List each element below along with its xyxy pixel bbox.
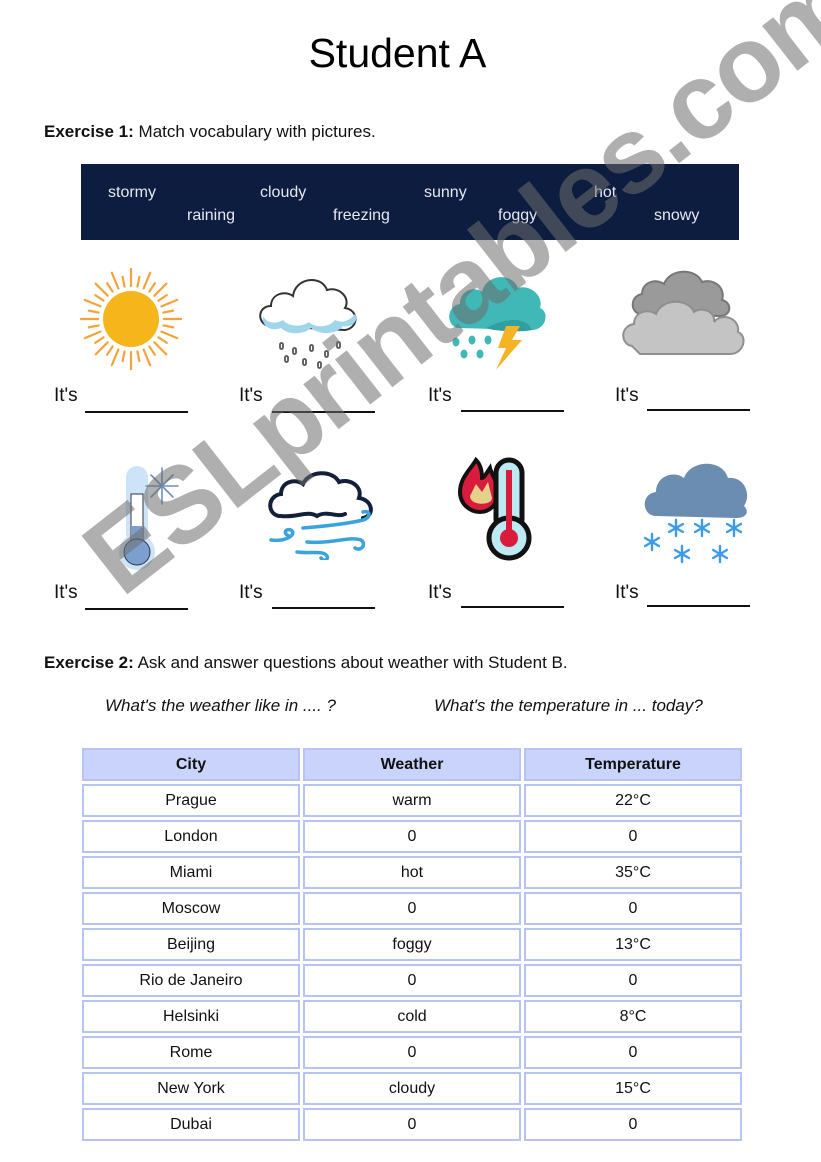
word-bank-item: snowy xyxy=(654,207,700,224)
cell-temperature: 15°C xyxy=(524,1072,742,1105)
cell-city: Rome xyxy=(82,1036,300,1069)
cell-temperature: 0 xyxy=(524,1108,742,1141)
table-row: Beijing foggy 13°C xyxy=(82,928,742,961)
table-row: Miami hot 35°C xyxy=(82,856,742,889)
cell-temperature: 0 xyxy=(524,964,742,997)
cell-temperature: 0 xyxy=(524,1036,742,1069)
cell-city: Beijing xyxy=(82,928,300,961)
cell-weather: warm xyxy=(303,784,521,817)
cell-city: Miami xyxy=(82,856,300,889)
table-row: Dubai 0 0 xyxy=(82,1108,742,1141)
table-row: Rio de Janeiro 0 0 xyxy=(82,964,742,997)
its-label-4: It's xyxy=(615,385,639,406)
cell-temperature: 0 xyxy=(524,892,742,925)
answer-blank-6[interactable] xyxy=(272,607,375,609)
word-bank-item: sunny xyxy=(424,184,467,201)
cell-weather: 0 xyxy=(303,820,521,853)
rain-cloud-icon xyxy=(259,279,357,369)
exercise-1-heading: Exercise 1: Match vocabulary with pictur… xyxy=(44,122,376,142)
exercise-2-label: Exercise 2: xyxy=(44,653,134,672)
page-title: Student A xyxy=(308,30,487,76)
answer-blank-5[interactable] xyxy=(85,608,188,610)
header-weather: Weather xyxy=(303,748,521,781)
its-label-3: It's xyxy=(428,385,452,406)
cell-weather: cloudy xyxy=(303,1072,521,1105)
cell-temperature: 13°C xyxy=(524,928,742,961)
word-bank-item: freezing xyxy=(333,207,390,224)
word-bank-item: stormy xyxy=(108,184,156,201)
storm-cloud-icon xyxy=(449,277,546,370)
cold-thermometer-snowflake-icon xyxy=(119,466,179,570)
table-header-row: City Weather Temperature xyxy=(82,748,742,781)
its-label-1: It's xyxy=(54,385,78,406)
weather-table: City Weather Temperature Prague warm 22°C L… xyxy=(79,745,745,1144)
grey-clouds-icon xyxy=(622,270,745,355)
cell-weather: 0 xyxy=(303,964,521,997)
answer-blank-2[interactable] xyxy=(272,411,375,413)
cell-city: Helsinki xyxy=(82,1000,300,1033)
cloud-wind-icon xyxy=(268,471,373,560)
word-bank-item: cloudy xyxy=(260,184,307,201)
exercise-2-heading: Exercise 2: Ask and answer questions abo… xyxy=(44,653,568,673)
its-label-5: It's xyxy=(54,582,78,603)
cell-weather: hot xyxy=(303,856,521,889)
cell-city: Moscow xyxy=(82,892,300,925)
answer-blank-4[interactable] xyxy=(647,409,750,411)
cell-city: Rio de Janeiro xyxy=(82,964,300,997)
exercise-1-instruction: Match vocabulary with pictures. xyxy=(138,122,376,141)
answer-blank-7[interactable] xyxy=(461,606,564,608)
cell-city: Prague xyxy=(82,784,300,817)
question-weather: What's the weather like in .... ? xyxy=(105,696,336,715)
its-label-6: It's xyxy=(239,582,263,603)
answer-blank-1[interactable] xyxy=(85,411,188,413)
cell-temperature: 22°C xyxy=(524,784,742,817)
cell-temperature: 8°C xyxy=(524,1000,742,1033)
table-row: Prague warm 22°C xyxy=(82,784,742,817)
hot-thermometer-flame-icon xyxy=(457,456,532,561)
header-temperature: Temperature xyxy=(524,748,742,781)
table-row: Helsinki cold 8°C xyxy=(82,1000,742,1033)
table-row: London 0 0 xyxy=(82,820,742,853)
its-label-7: It's xyxy=(428,582,452,603)
cell-temperature: 35°C xyxy=(524,856,742,889)
cell-weather: 0 xyxy=(303,1036,521,1069)
table-row: Moscow 0 0 xyxy=(82,892,742,925)
its-label-8: It's xyxy=(615,582,639,603)
table-row: New York cloudy 15°C xyxy=(82,1072,742,1105)
sun-icon xyxy=(79,268,183,370)
cell-weather: 0 xyxy=(303,1108,521,1141)
exercise-1-label: Exercise 1: xyxy=(44,122,134,141)
snow-cloud-icon xyxy=(643,463,748,564)
cell-weather: cold xyxy=(303,1000,521,1033)
word-bank-item: raining xyxy=(187,207,236,224)
word-bank: stormy raining cloudy freezing sunny fog… xyxy=(81,164,739,240)
answer-blank-8[interactable] xyxy=(647,605,750,607)
table-row: Rome 0 0 xyxy=(82,1036,742,1069)
exercise-2-instruction: Ask and answer questions about weather w… xyxy=(137,653,568,672)
cell-city: London xyxy=(82,820,300,853)
cell-city: Dubai xyxy=(82,1108,300,1141)
cell-temperature: 0 xyxy=(524,820,742,853)
cell-weather: 0 xyxy=(303,892,521,925)
word-bank-item: foggy xyxy=(498,207,538,224)
cell-weather: foggy xyxy=(303,928,521,961)
header-city: City xyxy=(82,748,300,781)
answer-blank-3[interactable] xyxy=(461,410,564,412)
question-temperature: What's the temperature in ... today? xyxy=(434,696,703,715)
cell-city: New York xyxy=(82,1072,300,1105)
its-label-2: It's xyxy=(239,385,263,406)
word-bank-item: hot xyxy=(594,184,617,201)
